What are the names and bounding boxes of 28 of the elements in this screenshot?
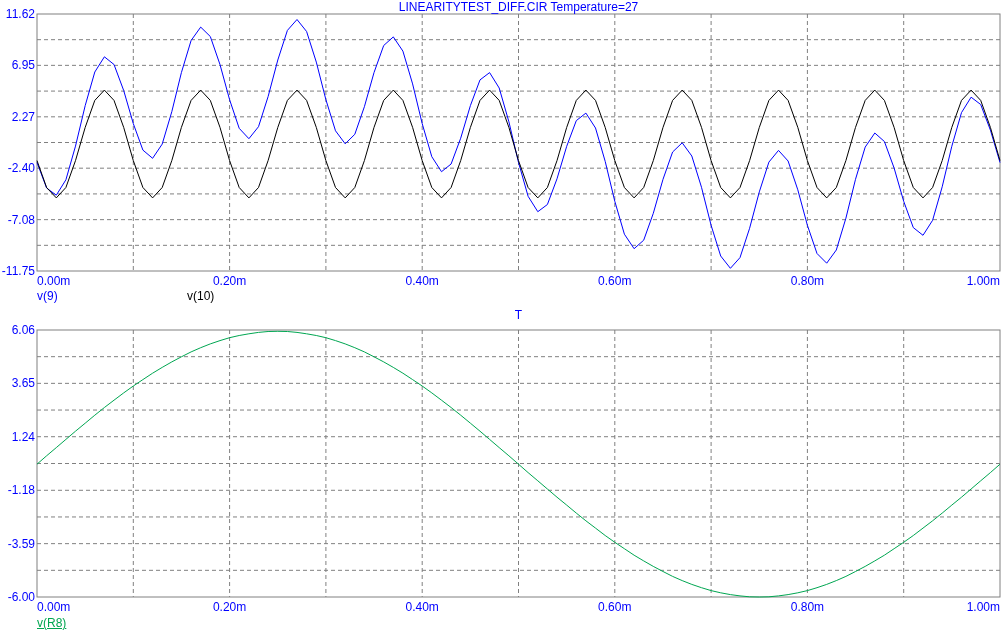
chart-title: LINEARITYTEST_DIFF.CIR Temperature=27	[398, 0, 639, 14]
legend-label[interactable]: v(10)	[187, 288, 337, 304]
axis-tick-label: 3.65	[11, 376, 35, 391]
axis-tick-label: 1.00m	[966, 600, 1000, 614]
axis-tick-label: 0.00m	[37, 600, 71, 614]
axis-tick-label: 0.40m	[405, 274, 439, 288]
axis-tick-label: 0.40m	[405, 600, 439, 614]
axis-tick-label: -3.59	[7, 536, 35, 551]
axis-tick-label: 0.20m	[212, 274, 247, 288]
axis-tick-label: 0.00m	[37, 274, 71, 288]
axis-tick-label: 0.60m	[598, 274, 632, 288]
axis-tick-label: -1.18	[7, 483, 35, 498]
axis-tick-label: 0.80m	[790, 274, 825, 288]
axis-tick-label: -11.75	[1, 264, 35, 278]
axis-tick-label: 0.60m	[598, 600, 632, 614]
axis-tick-label: 0.20m	[212, 600, 247, 614]
axis-tick-label: 2.27	[11, 109, 35, 124]
axis-tick-label: 1.24	[11, 429, 35, 444]
axis-tick-label: 6.95	[11, 58, 35, 73]
legend-label[interactable]: v(9)	[37, 288, 187, 304]
chart-title: T	[514, 308, 523, 322]
axis-tick-label: -2.40	[7, 161, 35, 176]
axis-tick-label: 6.06	[11, 323, 35, 337]
axis-tick-label: -7.08	[7, 212, 35, 227]
axis-tick-label: 1.00m	[966, 274, 1000, 288]
axis-tick-label: 0.80m	[790, 600, 825, 614]
axis-tick-label: 11.62	[5, 7, 35, 21]
axis-tick-label: -6.00	[7, 590, 35, 604]
